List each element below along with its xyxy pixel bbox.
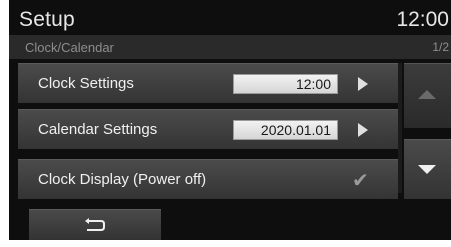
scroll-up-button[interactable] xyxy=(404,63,451,128)
back-arrow-icon xyxy=(85,218,105,231)
play-arrow-icon xyxy=(358,123,368,137)
calendar-settings-row[interactable]: Calendar Settings 2020.01.01 xyxy=(18,109,398,149)
screen: Setup 12:00 Clock/Calendar 1/2 Clock Set… xyxy=(9,0,451,240)
check-icon: ✔ xyxy=(352,170,369,192)
scroll-down-button[interactable] xyxy=(404,139,451,199)
clock-settings-row[interactable]: Clock Settings 12:00 xyxy=(18,63,398,103)
clock-time: 12:00 xyxy=(396,8,449,31)
calendar-settings-label: Calendar Settings xyxy=(38,121,158,138)
page-title: Setup xyxy=(19,8,75,31)
section-title: Clock/Calendar xyxy=(25,40,114,55)
clock-settings-label: Clock Settings xyxy=(38,75,134,92)
clock-display-row[interactable]: Clock Display (Power off) ✔ xyxy=(18,159,398,199)
page-indicator: 1/2 xyxy=(432,40,449,54)
scrollbar-track xyxy=(398,63,402,193)
clock-display-label: Clock Display (Power off) xyxy=(38,171,207,188)
back-button[interactable] xyxy=(29,209,161,240)
clock-value: 12:00 xyxy=(233,74,338,94)
section-header: Clock/Calendar 1/2 xyxy=(9,35,451,59)
calendar-value: 2020.01.01 xyxy=(233,120,338,140)
play-arrow-icon xyxy=(358,77,368,91)
scroll-up-icon xyxy=(418,90,436,99)
scroll-down-icon xyxy=(418,165,436,174)
